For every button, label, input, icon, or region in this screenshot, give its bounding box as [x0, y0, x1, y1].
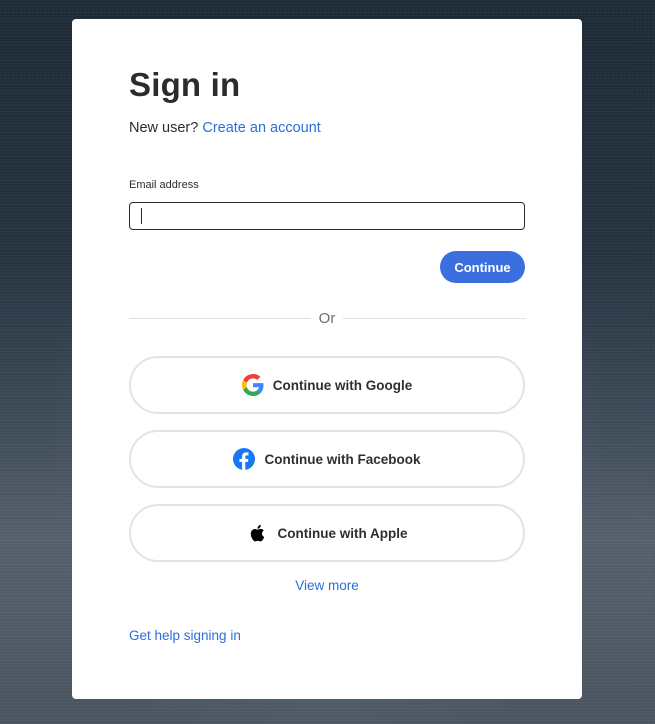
new-user-line: New user? Create an account: [129, 120, 321, 136]
signin-card: Sign in New user? Create an account Emai…: [72, 19, 582, 699]
email-label: Email address: [129, 179, 199, 191]
divider-or-text: Or: [318, 310, 336, 327]
text-cursor: [141, 208, 142, 224]
facebook-icon: [233, 448, 256, 470]
get-help-signing-in-link[interactable]: Get help signing in: [129, 628, 241, 643]
create-account-link[interactable]: Create an account: [202, 120, 321, 136]
help-container: Get help signing in: [129, 628, 241, 643]
apple-button-label: Continue with Apple: [277, 525, 408, 541]
continue-button[interactable]: Continue: [440, 251, 525, 283]
continue-with-apple-button[interactable]: Continue with Apple: [129, 504, 525, 562]
view-more-container: View more: [129, 578, 525, 593]
page-title: Sign in: [129, 66, 241, 103]
google-icon: [241, 374, 264, 396]
view-more-link[interactable]: View more: [295, 578, 359, 593]
continue-with-google-button[interactable]: Continue with Google: [129, 356, 525, 414]
continue-with-facebook-button[interactable]: Continue with Facebook: [129, 430, 525, 488]
divider-left: [129, 318, 311, 319]
email-field[interactable]: [129, 202, 525, 230]
facebook-button-label: Continue with Facebook: [264, 451, 421, 467]
apple-icon: [247, 522, 269, 544]
new-user-text: New user?: [129, 120, 199, 136]
google-button-label: Continue with Google: [272, 377, 413, 393]
divider-right: [343, 318, 526, 319]
